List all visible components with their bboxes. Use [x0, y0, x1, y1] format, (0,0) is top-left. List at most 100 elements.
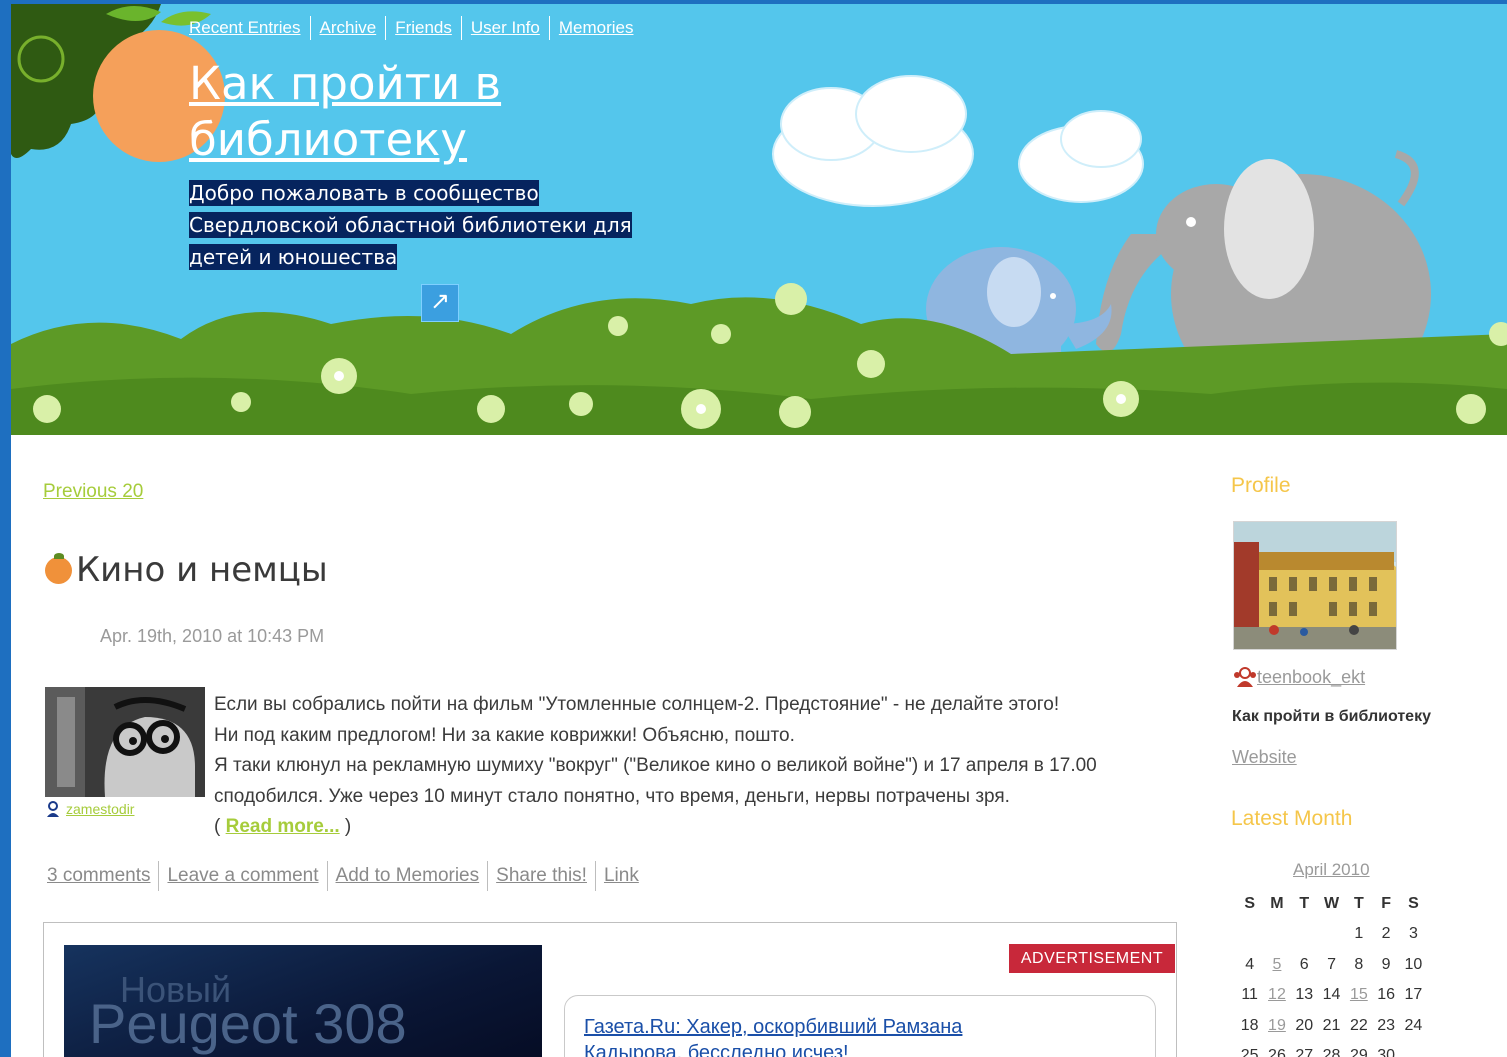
calendar-day: 20	[1295, 1016, 1314, 1034]
user-head-icon	[47, 801, 59, 817]
entry-paragraph: Ни под каким предлогом! Ни за какие ковр…	[214, 724, 795, 746]
calendar-day: 1	[1354, 925, 1364, 943]
calendar-day: 18	[1240, 1016, 1259, 1034]
calendar-week-row: 1 2 3	[1236, 919, 1427, 950]
weekday-label: M	[1270, 895, 1284, 912]
calendar-day	[1263, 919, 1290, 950]
entry-paragraph: Я таки клюнул на рекламную шумиху "вокру…	[214, 755, 1097, 807]
nav-separator	[460, 16, 462, 40]
calendar-day: 10	[1404, 955, 1423, 973]
calendar-day: 25	[1240, 1047, 1259, 1057]
entry-action-links: 3 comments Leave a comment Add to Memori…	[47, 861, 639, 891]
nav-user-info[interactable]: User Info	[471, 18, 540, 38]
calendar-month-link[interactable]: April 2010	[1293, 860, 1370, 880]
profile-journal-name: Как пройти в библиотеку	[1232, 708, 1431, 725]
external-link-icon[interactable]: ↗	[421, 284, 459, 322]
poster-userpic[interactable]	[45, 687, 205, 797]
latest-month-heading: Latest Month	[1231, 807, 1353, 830]
journal-header: Recent Entries Archive Friends User Info…	[11, 4, 1507, 435]
calendar-day: 14	[1322, 986, 1341, 1004]
advertisement-badge: ADVERTISEMENT	[1009, 944, 1175, 973]
calendar-day-link[interactable]: 15	[1345, 980, 1372, 1011]
entry-paragraph: Если вы собрались пойти на фильм "Утомле…	[214, 694, 1060, 715]
profile-userpic[interactable]	[1233, 521, 1397, 650]
ad-headline-link[interactable]: Газета.Ru: Хакер, оскорбивший Рамзана Ка…	[584, 1014, 1054, 1057]
previous-20-link[interactable]: Previous 20	[43, 481, 143, 503]
calendar-day: 16	[1377, 986, 1396, 1004]
profile-username-link[interactable]: teenbook_ekt	[1257, 667, 1365, 688]
calendar-day: 21	[1322, 1016, 1341, 1034]
tagline-text: Добро пожаловать в сообщество Свердловск…	[189, 180, 632, 270]
comments-link[interactable]: 3 comments	[47, 865, 150, 887]
link-separator	[487, 861, 489, 891]
journal-title-link[interactable]: Как пройти в библиотеку	[189, 56, 589, 168]
leave-comment-link[interactable]: Leave a comment	[167, 865, 318, 887]
add-to-memories-link[interactable]: Add to Memories	[336, 865, 480, 887]
link-separator	[326, 861, 328, 891]
calendar-day: 3	[1408, 925, 1418, 943]
weekday-label: T	[1353, 895, 1364, 912]
nav-memories[interactable]: Memories	[559, 18, 634, 38]
calendar-day: 17	[1404, 986, 1423, 1004]
calendar-day: 11	[1241, 986, 1258, 1004]
nav-separator	[548, 16, 550, 40]
ad-banner-image[interactable]: Новый Peugeot 308	[64, 945, 542, 1057]
calendar-day: 8	[1354, 955, 1364, 973]
journal-page: Recent Entries Archive Friends User Info…	[11, 4, 1507, 1057]
calendar-day	[1291, 919, 1318, 950]
calendar-day: 26	[1268, 1047, 1286, 1057]
userpic-image	[45, 687, 205, 797]
weekday-label: S	[1244, 895, 1255, 912]
calendar-week-row: 25 26 27 28 29 30	[1236, 1041, 1427, 1057]
library-building-image	[1234, 522, 1396, 649]
nav-archive[interactable]: Archive	[320, 18, 377, 38]
nav-separator	[309, 16, 311, 40]
advertisement-box: Новый Peugeot 308 ADVERTISEMENT Газета.R…	[43, 922, 1177, 1057]
share-link[interactable]: Share this!	[496, 865, 587, 887]
journal-tagline: Добро пожаловать в сообщество Свердловск…	[189, 177, 679, 273]
journal-nav: Recent Entries Archive Friends User Info…	[189, 16, 633, 40]
entry-title-text: Кино и немцы	[76, 550, 328, 590]
calendar-day	[1236, 919, 1263, 950]
nav-separator	[385, 16, 387, 40]
calendar-day: 2	[1381, 925, 1391, 943]
calendar-day	[1318, 919, 1345, 950]
weekday-label: F	[1381, 895, 1392, 912]
nav-recent-entries[interactable]: Recent Entries	[189, 18, 301, 38]
link-separator	[594, 861, 596, 891]
profile-website-link[interactable]: Website	[1232, 747, 1297, 768]
poster-userlink: zamestodir	[46, 800, 134, 818]
ad-image-line2: Peugeot 308	[89, 992, 407, 1055]
calendar-day: 30	[1377, 1047, 1396, 1057]
calendar-week-row: 11 12 13 14 15 16 17	[1236, 980, 1427, 1011]
calendar-day-link[interactable]: 19	[1263, 1011, 1290, 1042]
calendar-day: 4	[1245, 955, 1255, 973]
calendar-day: 24	[1404, 1016, 1423, 1034]
nav-friends[interactable]: Friends	[395, 18, 452, 38]
orange-icon	[45, 552, 72, 584]
calendar-day: 29	[1349, 1047, 1368, 1057]
calendar-weekday-row: S M T W T F S	[1236, 889, 1427, 919]
calendar-day: 28	[1322, 1047, 1341, 1057]
read-more-close: )	[339, 816, 352, 837]
calendar-day-link[interactable]: 12	[1263, 980, 1290, 1011]
read-more-link[interactable]: Read more...	[226, 816, 340, 837]
calendar-day	[1400, 1041, 1427, 1057]
calendar-day: 6	[1299, 955, 1309, 973]
weekday-label: S	[1408, 895, 1419, 912]
calendar-day-link[interactable]: 5	[1263, 950, 1290, 981]
calendar-day: 22	[1349, 1016, 1368, 1034]
community-icon	[1234, 667, 1256, 687]
permalink[interactable]: Link	[604, 865, 639, 887]
poster-username[interactable]: zamestodir	[66, 801, 134, 817]
ad-text-card: Газета.Ru: Хакер, оскорбивший Рамзана Ка…	[564, 995, 1156, 1057]
profile-heading: Profile	[1231, 474, 1291, 497]
read-more-open: (	[214, 816, 226, 837]
entry-date: Apr. 19th, 2010 at 10:43 PM	[100, 626, 325, 646]
calendar-day: 23	[1377, 1016, 1396, 1034]
link-separator	[158, 861, 160, 891]
calendar-day: 7	[1327, 955, 1336, 973]
calendar-week-row: 18 19 20 21 22 23 24	[1236, 1011, 1427, 1042]
profile-user-line: teenbook_ekt	[1233, 665, 1365, 689]
calendar-week-row: 4 5 6 7 8 9 10	[1236, 950, 1427, 981]
